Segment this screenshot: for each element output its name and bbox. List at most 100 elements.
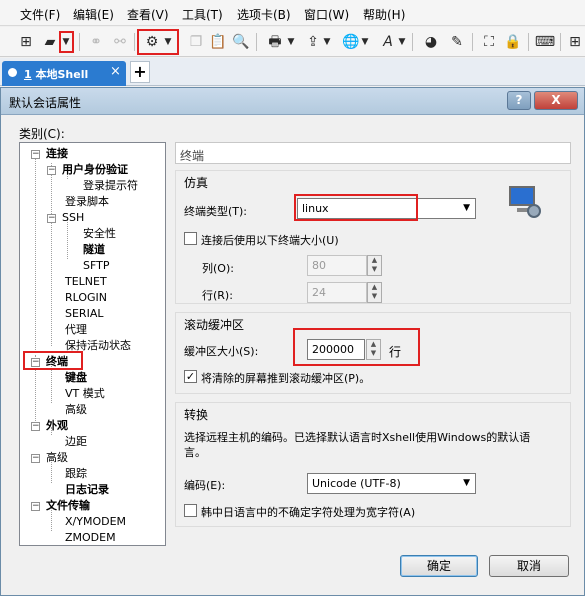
link-icon: ⚭ [90,34,102,50]
tree-item-rlogin[interactable]: RLOGIN [65,290,107,305]
tree-item-label: 登录脚本 [65,195,109,208]
tree-item-keyboard[interactable]: 键盘 [65,370,87,385]
tab-close-icon[interactable]: × [110,64,121,79]
tree-item-login-prompt[interactable]: 登录提示符 [83,178,138,193]
collapse-icon[interactable]: − [31,422,40,431]
tree-item-vt-mode[interactable]: VT 模式 [65,386,105,401]
menu-view[interactable]: 查看(V) [127,6,169,23]
cancel-button[interactable]: 取消 [489,555,569,577]
print-icon[interactable]: 🖶 [264,32,286,52]
tree-item-label: ZMODEM [65,531,116,544]
new-tab-button[interactable]: + [130,61,150,83]
spin-up-icon: ▲ [371,283,378,291]
encoding-value: Unicode (UTF-8) [312,477,401,490]
tree-item-label: 高级 [65,403,87,416]
tree-item-appearance[interactable]: 外观 [46,418,68,433]
cjk-wide-checkbox[interactable] [184,504,197,517]
collapse-icon[interactable]: − [31,454,40,463]
menu-tabs[interactable]: 选项卡(B) [237,6,291,23]
dialog-titlebar[interactable]: 默认会话属性 ? X [1,88,584,115]
tree-item-telnet[interactable]: TELNET [65,274,107,289]
tree-item-connection[interactable]: 连接 [46,146,68,161]
rows-spinner[interactable]: ▲ ▼ [367,282,382,303]
terminal-size-checkbox[interactable] [184,232,197,245]
tree-item-label: X/YMODEM [65,515,127,528]
tree-item-label: 登录提示符 [83,179,138,192]
menu-tools[interactable]: 工具(T) [182,6,223,23]
tree-item-ssh[interactable]: SSH [62,210,84,225]
new-session-icon[interactable]: ⊞ [16,32,36,52]
menu-file[interactable]: 文件(F) [20,6,60,23]
tree-item-label: VT 模式 [65,387,105,400]
fullscreen-icon[interactable]: ⛶ [478,32,500,52]
tree-item-login-script[interactable]: 登录脚本 [65,194,109,209]
help-button[interactable]: ? [507,91,531,110]
font-dropdown-icon[interactable]: ▼ [397,32,407,52]
tree-item-logging[interactable]: 日志记录 [65,482,109,497]
menu-help[interactable]: 帮助(H) [363,6,405,23]
toolbar-separator [412,33,413,51]
tree-item-tunnel[interactable]: 隧道 [83,242,105,257]
tree-item-advanced2[interactable]: 高级 [46,450,68,465]
transfer-icon[interactable]: ⇪ [302,32,324,52]
keyboard-icon[interactable]: ⌨ [534,32,556,52]
columns-spinner[interactable]: ▲ ▼ [367,255,382,276]
tree-item-sftp[interactable]: SFTP [83,258,109,273]
tree-item-advanced[interactable]: 高级 [65,402,87,417]
lock-icon[interactable]: 🔒 [502,32,524,52]
find-icon[interactable]: 🔍 [231,32,251,52]
close-button[interactable]: X [534,91,578,110]
translation-group: 转换 选择远程主机的编码。已选择默认语言时Xshell使用Windows的默认语… [175,402,571,527]
tree-item-label: 高级 [46,451,68,464]
tab-bar: 1 本地Shell × + [0,58,585,86]
push-screen-checkbox[interactable]: ✓ [184,370,197,383]
rows-input[interactable]: 24 [307,282,367,303]
tree-item-security[interactable]: 安全性 [83,226,116,241]
tree-item-margin[interactable]: 边距 [65,434,87,449]
collapse-icon[interactable]: − [47,214,56,223]
chevron-down-icon: ▼ [463,203,470,213]
menu-edit[interactable]: 编辑(E) [73,6,114,23]
highlight-box [137,29,179,55]
globe-dropdown-icon[interactable]: ▼ [360,32,370,52]
tree-item-auth[interactable]: 用户身份验证 [62,162,128,177]
tab-label: 1 本地Shell [24,66,88,82]
tree-item-label: TELNET [65,275,107,288]
tree-item-file-transfer[interactable]: 文件传输 [46,498,90,513]
translation-description: 选择远程主机的编码。已选择默认语言时Xshell使用Windows的默认语 [184,431,531,444]
transfer-dropdown-icon[interactable]: ▼ [322,32,332,52]
globe-icon[interactable]: 🌐 [340,32,362,52]
xftp-icon[interactable]: ◕ [420,32,442,52]
columns-input[interactable]: 80 [307,255,367,276]
tree-item-label: 边距 [65,435,87,448]
emulation-group-title: 仿真 [182,174,211,191]
tree-item-label: 跟踪 [65,467,87,480]
paste-icon[interactable]: 📋 [208,32,228,52]
tab-local-shell[interactable]: 1 本地Shell × [2,61,126,86]
terminal-type-label: 终端类型(T): [184,205,248,218]
collapse-icon[interactable]: − [31,150,40,159]
add-icon[interactable]: ⊞ [566,32,584,52]
font-icon[interactable]: A [377,32,399,52]
highlight-box [293,328,420,366]
compose-icon[interactable]: ✎ [446,32,468,52]
tree-item-zmodem[interactable]: ZMODEM [65,530,116,545]
tree-item-serial[interactable]: SERIAL [65,306,103,321]
encoding-select[interactable]: Unicode (UTF-8) ▼ [307,473,476,494]
translation-group-title: 转换 [182,406,211,423]
tree-item-xymodem[interactable]: X/YMODEM [65,514,126,529]
print-dropdown-icon[interactable]: ▼ [286,32,296,52]
tree-item-label: 外观 [46,419,68,432]
tree-item-proxy[interactable]: 代理 [65,322,87,337]
panel-title: 终端 [180,149,205,163]
tree-item-trace[interactable]: 跟踪 [65,466,87,481]
spin-up-icon: ▲ [371,256,378,264]
ok-button[interactable]: 确定 [400,555,478,577]
collapse-icon[interactable]: − [31,502,40,511]
collapse-icon[interactable]: − [47,166,56,175]
chevron-down-icon: ▼ [463,478,470,488]
open-folder-icon[interactable]: ▰ [40,32,60,52]
tree-item-label: 连接 [46,147,68,160]
menu-window[interactable]: 窗口(W) [304,6,349,23]
toolbar-separator [560,33,561,51]
